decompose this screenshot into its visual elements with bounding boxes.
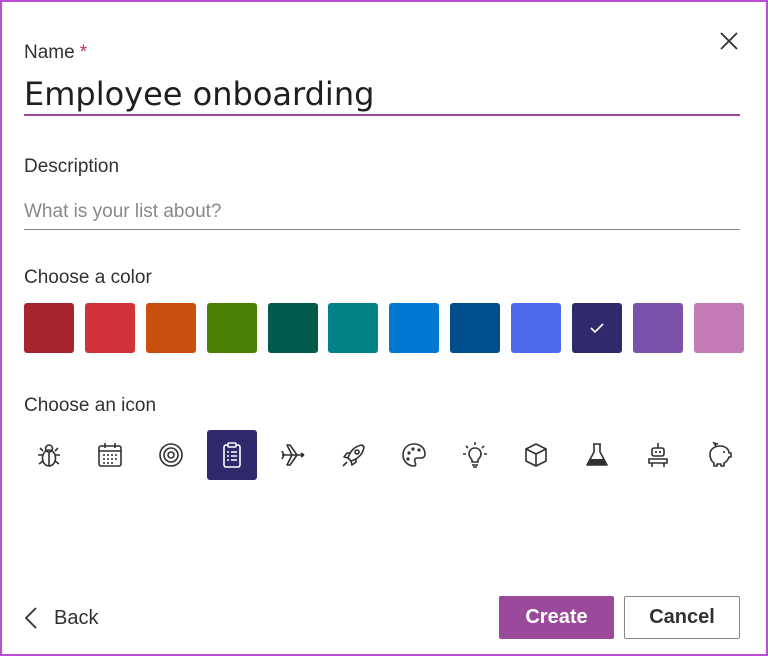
clipboard-icon	[222, 442, 241, 468]
target-icon	[158, 443, 183, 467]
back-button[interactable]: Back	[24, 600, 98, 636]
icon-option[interactable]	[146, 430, 196, 480]
color-swatch[interactable]	[693, 303, 744, 353]
icon-option[interactable]	[633, 430, 683, 480]
icon-option[interactable]	[206, 430, 257, 480]
flask-icon	[586, 443, 608, 466]
color-swatch[interactable]	[145, 303, 196, 353]
palette-icon	[402, 443, 427, 467]
create-button[interactable]: Create	[499, 596, 614, 639]
icon-label: Choose an icon	[24, 395, 157, 416]
color-swatch[interactable]	[206, 303, 257, 353]
color-picker	[24, 303, 744, 353]
calendar-icon	[98, 443, 122, 467]
cancel-button[interactable]: Cancel	[624, 596, 740, 639]
color-swatch[interactable]	[24, 303, 74, 353]
color-swatch[interactable]	[572, 303, 623, 353]
lightbulb-icon	[463, 442, 488, 468]
icon-option[interactable]	[511, 430, 561, 480]
piggy-bank-icon	[708, 441, 732, 467]
airplane-icon	[280, 444, 305, 466]
icon-picker	[24, 430, 744, 480]
description-label: Description	[24, 156, 120, 177]
robot-icon	[648, 443, 668, 467]
color-swatch[interactable]	[511, 303, 562, 353]
icon-option[interactable]	[389, 430, 439, 480]
color-swatch[interactable]	[84, 303, 135, 353]
required-mark: *	[79, 42, 88, 63]
color-swatch[interactable]	[632, 303, 683, 353]
rocket-icon	[342, 444, 366, 467]
icon-option[interactable]	[85, 430, 135, 480]
back-label: Back	[54, 606, 99, 629]
color-swatch[interactable]	[267, 303, 318, 353]
color-swatch[interactable]	[328, 303, 379, 353]
icon-option[interactable]	[24, 430, 74, 480]
checkmark-icon	[590, 323, 604, 334]
chevron-left-icon	[24, 607, 37, 629]
icon-option[interactable]	[450, 430, 500, 480]
color-swatch[interactable]	[389, 303, 440, 353]
icon-option[interactable]	[268, 430, 318, 480]
icon-option[interactable]	[572, 430, 622, 480]
icon-option[interactable]	[694, 430, 744, 480]
close-button[interactable]	[714, 26, 744, 56]
color-label: Choose a color	[24, 267, 152, 288]
close-icon	[720, 32, 738, 50]
bug-icon	[38, 444, 60, 467]
color-swatch[interactable]	[450, 303, 501, 353]
cube-icon	[525, 443, 547, 467]
description-input[interactable]	[24, 194, 740, 230]
create-list-dialog: Name* Description Choose a color Choose …	[0, 0, 768, 656]
name-input[interactable]	[24, 74, 740, 116]
icon-option[interactable]	[328, 430, 378, 480]
name-label: Name *	[24, 42, 88, 63]
